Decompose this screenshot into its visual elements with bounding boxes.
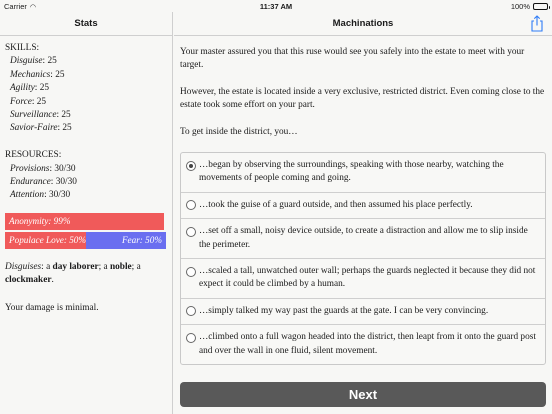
skill-value: : 25 <box>56 110 71 121</box>
stats-title: Stats <box>74 18 98 29</box>
radio-unchecked-icon[interactable] <box>186 200 196 211</box>
anonymity-label: Anonymity: 99% <box>9 215 71 226</box>
story-paragraph: Your master assured you that this ruse w… <box>180 47 525 71</box>
skill-row: Surveillance: 25 <box>5 109 167 122</box>
skill-name: Agility <box>10 83 35 94</box>
skill-row: Mechanics: 25 <box>5 69 167 82</box>
love-label: Populace Love: 50% <box>9 234 87 245</box>
story-paragraph: However, the estate is located inside a … <box>180 86 545 111</box>
resource-row: Attention: 30/30 <box>5 189 167 202</box>
status-bar: Carrier ◠ 11:37 AM 100% <box>0 0 552 12</box>
resources-heading: RESOURCES: <box>5 150 62 161</box>
stats-navbar: Stats <box>0 12 172 36</box>
battery-indicator: 100% <box>510 1 550 11</box>
choice-option[interactable]: …began by observing the surroundings, sp… <box>181 153 545 192</box>
story-title: Machinations <box>332 18 394 29</box>
radio-unchecked-icon[interactable] <box>186 226 196 237</box>
disguise-item: clockmaker <box>5 275 52 286</box>
skill-name: Mechanics <box>10 69 51 80</box>
choice-text: …scaled a tall, unwatched outer wall; pe… <box>199 266 536 290</box>
choice-text: …set off a small, noisy device outside, … <box>199 226 528 250</box>
story-body[interactable]: Your master assured you that this ruse w… <box>174 36 552 366</box>
radio-unchecked-icon[interactable] <box>186 332 196 343</box>
skill-value: : 25 <box>34 83 50 94</box>
stats-pane: Stats SKILLS: Disguise: 25 Mechanics: 25 A… <box>0 12 173 414</box>
skill-name: Disguise <box>10 56 43 67</box>
choice-text: …climbed onto a full wagon headed into t… <box>199 332 536 356</box>
skill-value: : 25 <box>42 56 57 67</box>
skill-value: : 25 <box>50 69 65 80</box>
anonymity-bar: Anonymity: 99% <box>5 212 166 230</box>
skill-row: Disguise: 25 <box>5 55 167 68</box>
radio-unchecked-icon[interactable] <box>186 266 196 277</box>
skill-row: Savior-Faire: 25 <box>5 122 167 135</box>
stats-content[interactable]: SKILLS: Disguise: 25 Mechanics: 25 Agility… <box>0 36 172 321</box>
story-pane: Machinations Your master assured you tha… <box>174 12 552 414</box>
choice-text: …took the guise of a guard outside, and … <box>199 199 473 210</box>
disguise-item: day laborer <box>52 261 99 272</box>
share-icon[interactable] <box>530 15 544 32</box>
skill-value: : 25 <box>57 123 72 134</box>
skill-name: Force <box>10 96 32 107</box>
resource-row: Provisions: 30/30 <box>5 163 167 176</box>
story-text: Your master assured you that this ruse w… <box>180 46 546 139</box>
story-paragraph: To get inside the district, you… <box>180 126 298 137</box>
choice-option[interactable]: …simply talked my way past the guards at… <box>181 297 545 324</box>
resources-list: Provisions: 30/30 Endurance: 30/30 Attenti… <box>5 163 167 203</box>
skill-row: Agility: 25 <box>5 82 167 95</box>
choice-text: …simply talked my way past the guards at… <box>199 305 489 316</box>
skill-name: Savior-Faire <box>10 123 58 134</box>
resource-name: Provisions <box>10 163 50 174</box>
next-label: Next <box>348 387 378 402</box>
populace-bar: Populace Love: 50% Fear: 50% <box>5 231 166 249</box>
story-navbar: Machinations <box>174 12 552 36</box>
choice-list: …began by observing the surroundings, sp… <box>180 152 546 366</box>
choice-option[interactable]: …set off a small, noisy device outside, … <box>181 218 545 258</box>
skills-heading: SKILLS: <box>5 43 40 53</box>
damage-text: Your damage is minimal. <box>5 302 99 313</box>
choice-option[interactable]: …took the guise of a guard outside, and … <box>181 191 545 218</box>
clock: 11:37 AM <box>259 1 293 11</box>
resource-value: : 30/30 <box>49 163 76 174</box>
skills-list: Disguise: 25 Mechanics: 25 Agility: 25 Forc… <box>5 55 167 135</box>
battery-percent: 100% <box>510 1 530 11</box>
radio-checked-icon[interactable] <box>186 160 196 171</box>
choice-text: …began by observing the surroundings, sp… <box>199 160 504 184</box>
disguises-text: Disguises: a day laborer; a noble; a clo… <box>5 261 141 286</box>
skill-value: : 25 <box>31 96 47 107</box>
disguise-item: noble <box>109 261 132 272</box>
resource-name: Attention <box>10 190 45 201</box>
skill-name: Surveillance <box>10 110 57 121</box>
fear-label: Fear: 50% <box>121 234 162 245</box>
skill-row: Force: 25 <box>5 96 167 109</box>
resource-value: : 30/30 <box>44 190 71 201</box>
resource-value: : 30/30 <box>50 177 77 188</box>
choice-option[interactable]: …climbed onto a full wagon headed into t… <box>181 324 545 364</box>
next-button[interactable]: Next <box>180 382 546 407</box>
battery-icon <box>533 2 550 10</box>
disguises-label: Disguises <box>5 261 42 272</box>
resource-row: Endurance: 30/30 <box>5 176 167 189</box>
radio-unchecked-icon[interactable] <box>186 306 196 317</box>
choice-option[interactable]: …scaled a tall, unwatched outer wall; pe… <box>181 258 545 298</box>
resource-name: Endurance <box>10 177 51 188</box>
